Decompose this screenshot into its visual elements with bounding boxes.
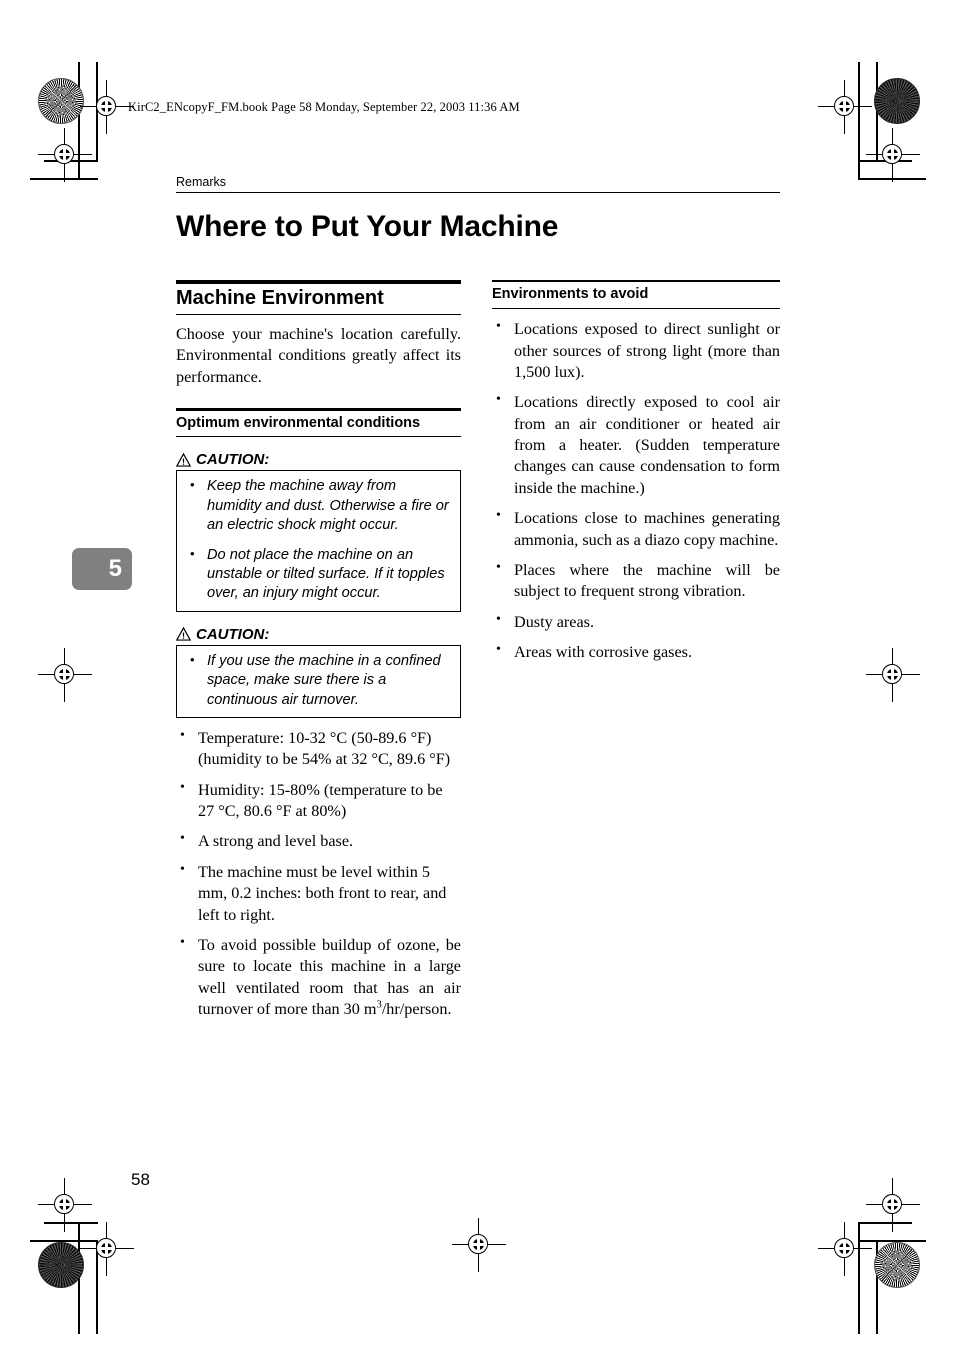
crosshair-target-icon-bottom-edge <box>452 1218 506 1272</box>
list-item: Areas with corrosive gases. <box>492 641 780 663</box>
caution-header: CAUTION: <box>176 626 461 643</box>
list-item: Humidity: 15-80% (temperature to be 27 °… <box>176 779 461 823</box>
caution-label: CAUTION: <box>196 451 270 469</box>
list-item: Locations directly exposed to cool air f… <box>492 391 780 499</box>
caution-block-2: CAUTION: If you use the machine in a con… <box>176 626 461 718</box>
intro-paragraph: Choose your machine's location carefully… <box>176 324 461 386</box>
subsection-heading-optimum-conditions: Optimum environmental conditions <box>176 408 461 438</box>
subsection-heading-text: Environments to avoid <box>492 286 649 303</box>
caution-item: If you use the machine in a confined spa… <box>181 651 452 710</box>
halftone-circle-icon <box>38 1242 84 1288</box>
section-heading-text: Machine Environment <box>176 286 384 309</box>
list-item: Dusty areas. <box>492 611 780 633</box>
running-head: Remarks <box>176 175 780 194</box>
crosshair-target-icon <box>80 1222 134 1276</box>
document-page: KirC2_ENcopyF_FM.book Page 58 Monday, Se… <box>0 0 954 1348</box>
crosshair-target-icon <box>38 128 92 182</box>
file-header-text: KirC2_ENcopyF_FM.book Page 58 Monday, Se… <box>128 100 520 114</box>
caution-item: Do not place the machine on an unstable … <box>181 544 452 604</box>
crosshair-target-icon <box>80 80 134 134</box>
crosshair-target-icon <box>818 1222 872 1276</box>
chapter-tab-marker: 5 <box>72 548 132 590</box>
halftone-circle-icon <box>874 78 920 124</box>
list-item: Places where the machine will be subject… <box>492 559 780 603</box>
caution-box: Keep the machine away from humidity and … <box>176 470 461 612</box>
list-item: Locations close to machines generating a… <box>492 507 780 551</box>
caution-box: If you use the machine in a confined spa… <box>176 644 461 718</box>
warning-triangle-icon <box>176 627 191 641</box>
running-head-rule <box>176 192 780 194</box>
subsection-heading-text: Optimum environmental conditions <box>176 414 421 431</box>
crosshair-target-icon <box>866 1178 920 1232</box>
section-heading-machine-environment: Machine Environment <box>176 280 461 315</box>
warning-triangle-icon <box>176 452 191 467</box>
caution-header: CAUTION: <box>176 451 461 468</box>
crosshair-target-icon <box>818 80 872 134</box>
crosshair-target-icon-left-edge <box>38 648 92 702</box>
optimum-conditions-list: Temperature: 10-32 °C (50-89.6 °F) (humi… <box>176 727 461 1021</box>
crosshair-target-icon <box>866 128 920 182</box>
list-item: Locations exposed to direct sunlight or … <box>492 318 780 383</box>
crosshair-target-icon <box>38 1178 92 1232</box>
list-item: A strong and level base. <box>176 830 461 852</box>
list-item: The machine must be level within 5 mm, 0… <box>176 861 461 926</box>
caution-label: CAUTION: <box>196 625 270 643</box>
environments-to-avoid-list: Locations exposed to direct sunlight or … <box>492 318 780 663</box>
crosshair-target-icon-right-edge <box>866 648 920 702</box>
right-column: Environments to avoid Locations exposed … <box>492 280 780 663</box>
caution-block-1: CAUTION: Keep the machine away from humi… <box>176 451 461 612</box>
caution-item: Keep the machine away from humidity and … <box>181 476 452 535</box>
list-item-ozone: To avoid possible buildup of ozone, be s… <box>176 934 461 1021</box>
subsection-heading-environments-to-avoid: Environments to avoid <box>492 280 780 310</box>
left-column: Machine Environment Choose your machine'… <box>176 280 461 1020</box>
page-number: 58 <box>131 1170 150 1189</box>
list-item: Temperature: 10-32 °C (50-89.6 °F) (humi… <box>176 727 461 771</box>
halftone-circle-icon <box>38 78 84 124</box>
ozone-text-after: /hr/person. <box>381 1000 452 1019</box>
page-title: Where to Put Your Machine <box>176 210 559 243</box>
halftone-circle-icon <box>874 1242 920 1288</box>
running-head-label: Remarks <box>176 175 227 189</box>
